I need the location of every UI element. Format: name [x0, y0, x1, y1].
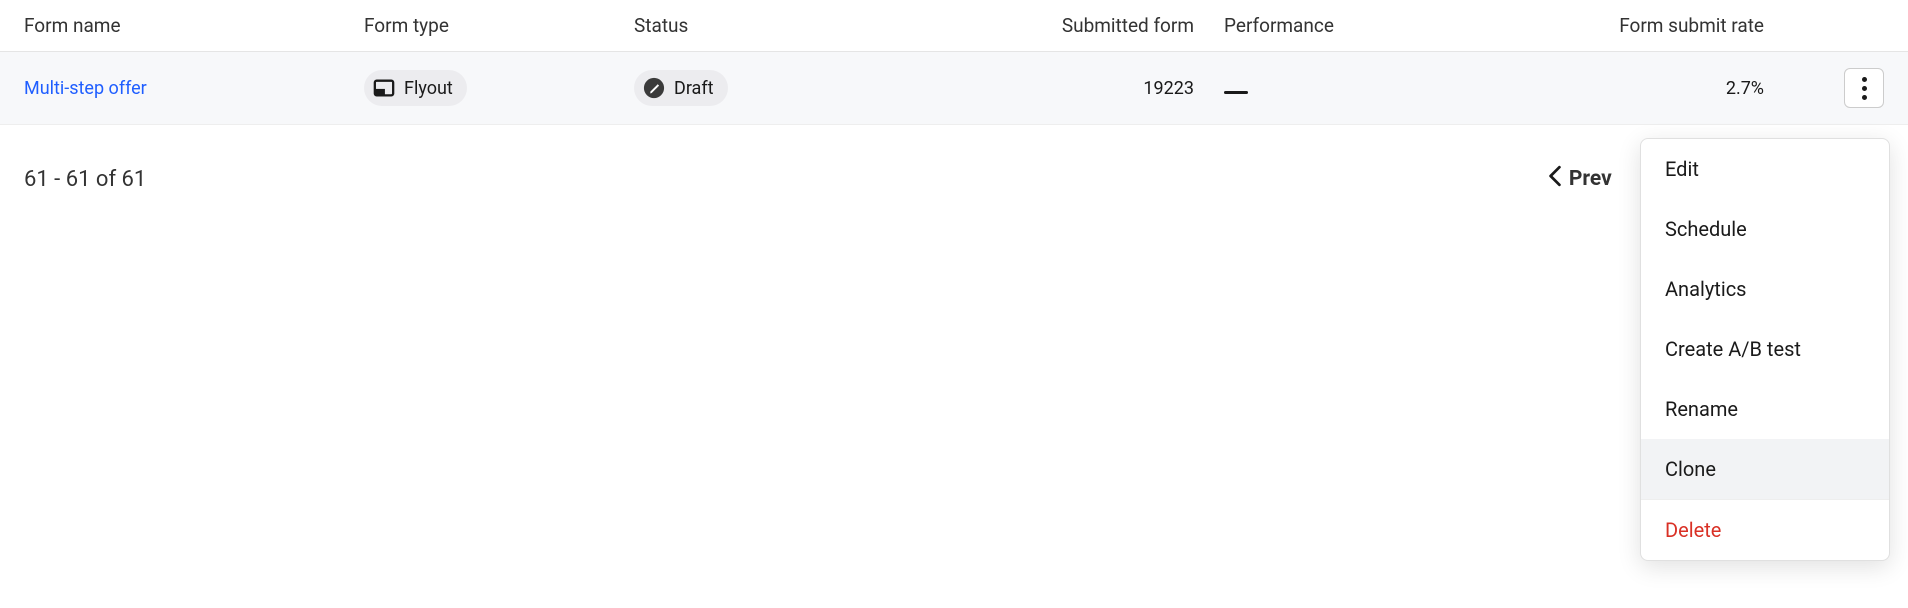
cell-actions	[1834, 68, 1884, 108]
table-header-row: Form name Form type Status Submitted for…	[0, 0, 1908, 52]
cell-status: Draft	[634, 70, 1004, 106]
header-status: Status	[634, 14, 1004, 37]
menu-item-create-ab-test[interactable]: Create A/B test	[1641, 319, 1889, 379]
forms-table: Form name Form type Status Submitted for…	[0, 0, 1908, 125]
menu-item-clone[interactable]: Clone	[1641, 439, 1889, 499]
kebab-icon	[1862, 75, 1867, 102]
table-row: Multi-step offer Flyout	[0, 52, 1908, 125]
form-name-link[interactable]: Multi-step offer	[24, 78, 147, 99]
menu-item-delete[interactable]: Delete	[1641, 499, 1889, 560]
menu-item-analytics[interactable]: Analytics	[1641, 259, 1889, 319]
cell-performance	[1224, 78, 1484, 99]
menu-item-schedule[interactable]: Schedule	[1641, 199, 1889, 259]
pagination-range: 61 - 61 of 61	[24, 167, 146, 192]
status-pill: Draft	[634, 70, 728, 106]
prev-label: Prev	[1569, 167, 1612, 191]
header-submitted: Submitted form	[1004, 14, 1224, 37]
header-form-name: Form name	[24, 14, 364, 37]
table-footer: 61 - 61 of 61 Prev 1 2 3 4	[0, 125, 1908, 233]
flyout-icon	[372, 76, 396, 100]
cell-submitted: 19223	[1004, 78, 1224, 99]
row-actions-button[interactable]	[1844, 68, 1884, 108]
cell-form-type: Flyout	[364, 70, 634, 106]
menu-item-rename[interactable]: Rename	[1641, 379, 1889, 439]
draft-icon	[642, 76, 666, 100]
cell-rate: 2.7%	[1484, 78, 1834, 99]
form-type-pill: Flyout	[364, 70, 467, 106]
menu-item-edit[interactable]: Edit	[1641, 139, 1889, 199]
prev-button[interactable]: Prev	[1547, 165, 1612, 193]
row-actions-menu: Edit Schedule Analytics Create A/B test …	[1640, 138, 1890, 561]
chevron-left-icon	[1547, 165, 1563, 193]
status-label: Draft	[674, 78, 714, 99]
form-type-label: Flyout	[404, 78, 453, 99]
cell-form-name: Multi-step offer	[24, 78, 364, 99]
header-rate: Form submit rate	[1484, 14, 1834, 37]
empty-dash-icon	[1224, 91, 1248, 94]
header-form-type: Form type	[364, 14, 634, 37]
header-performance: Performance	[1224, 14, 1484, 37]
